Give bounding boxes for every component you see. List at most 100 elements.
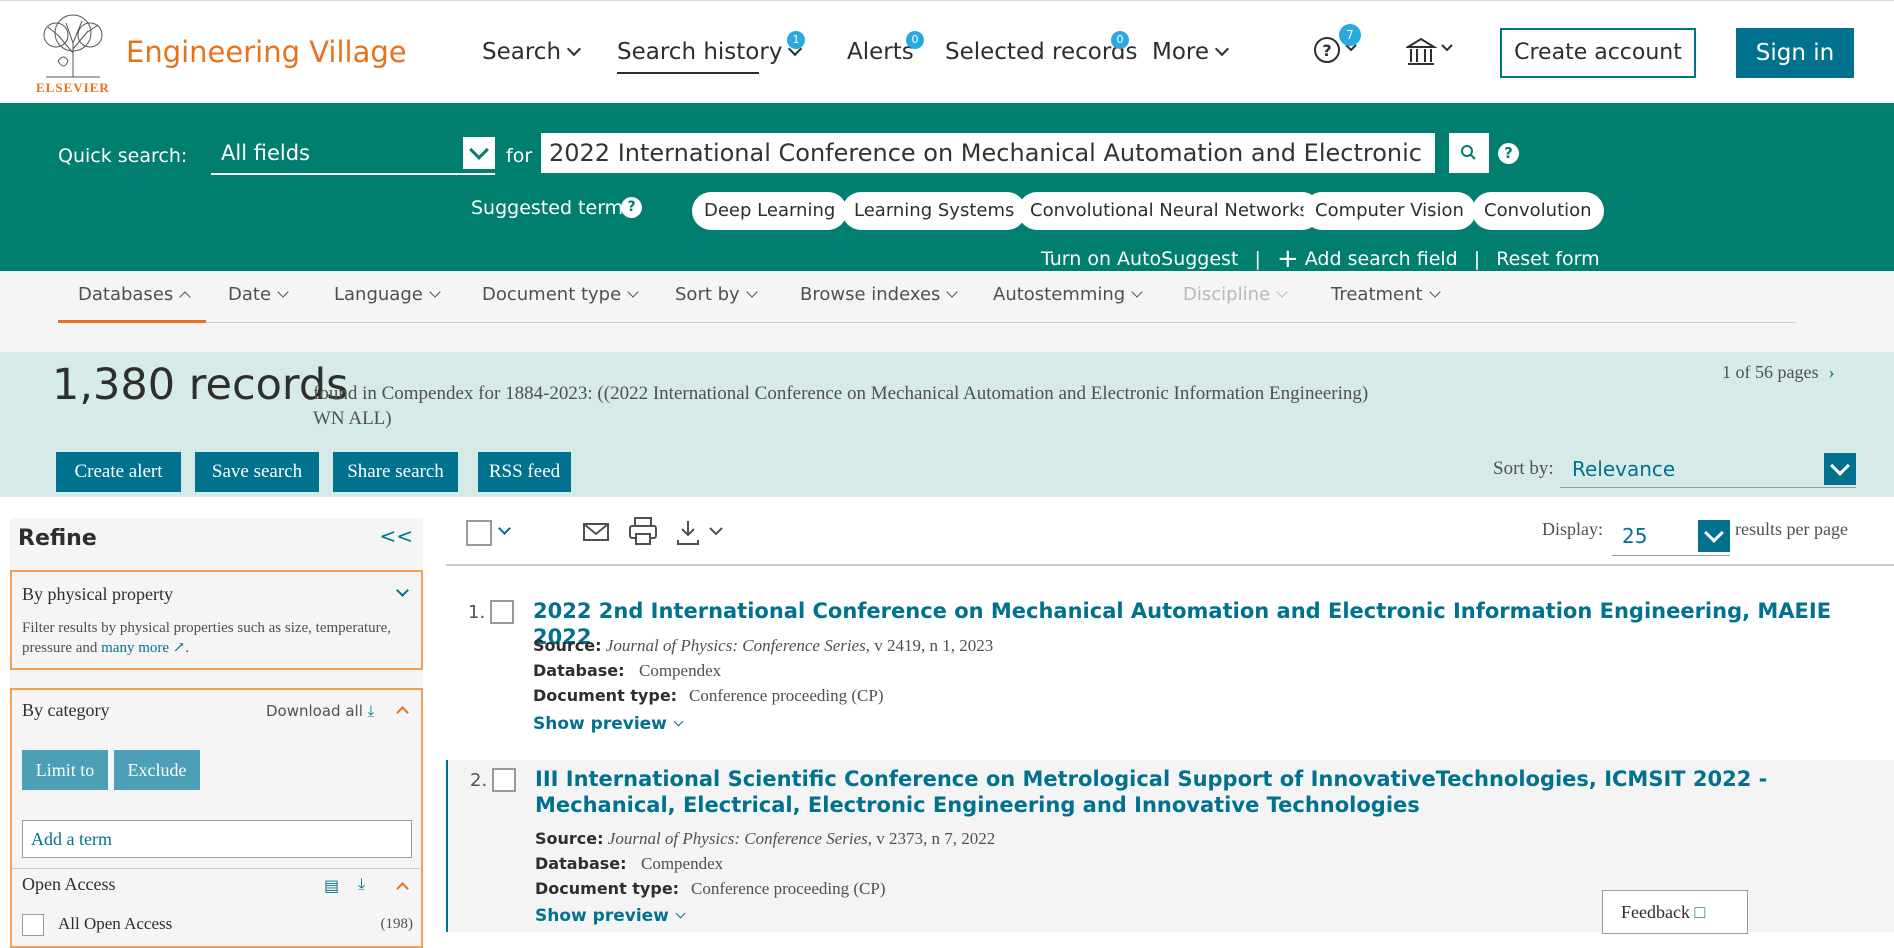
chevron-down-icon — [675, 908, 686, 919]
chevron-right-icon[interactable]: › — [1828, 362, 1834, 382]
filter-browse-indexes[interactable]: Browse indexes — [800, 284, 959, 305]
result-database: Database: Compendex — [535, 854, 723, 874]
download-all-link[interactable]: Download all ⤓ — [266, 702, 374, 720]
nav-search-history[interactable]: Search history — [617, 39, 803, 65]
filter-language[interactable]: Language — [334, 284, 441, 305]
alerts-badge: 0 — [906, 31, 924, 49]
search-field-select[interactable]: All fields — [211, 133, 495, 175]
history-badge: 1 — [787, 31, 805, 49]
chevron-down-icon — [673, 716, 684, 727]
chevron-down-icon — [1131, 286, 1143, 298]
suggested-term[interactable]: Computer Vision — [1303, 192, 1476, 230]
sort-label: Sort by: — [1493, 458, 1554, 479]
search-links: Turn on AutoSuggest | + Add search field… — [1041, 242, 1600, 274]
filter-label: Discipline — [1183, 284, 1271, 305]
category-panel: By category Download all ⤓ Limit to Excl… — [10, 688, 423, 948]
filter-label: Document type — [482, 284, 622, 305]
email-icon[interactable] — [582, 518, 610, 546]
show-preview-label: Show preview — [535, 906, 669, 926]
filter-databases[interactable]: Databases — [78, 284, 191, 305]
add-search-field-link[interactable]: Add search field — [1305, 248, 1458, 270]
chevron-down-icon — [1276, 286, 1288, 298]
result-source: Source: Journal of Physics: Conference S… — [535, 829, 995, 849]
feedback-label: Feedback — [1621, 902, 1690, 922]
active-nav-underline — [617, 72, 759, 74]
result-checkbox[interactable] — [492, 768, 516, 792]
nav-search[interactable]: Search — [482, 39, 582, 65]
chevron-down-icon[interactable] — [1824, 453, 1856, 485]
sort-select[interactable]: Relevance — [1560, 450, 1856, 488]
filter-document-type[interactable]: Document type — [482, 284, 639, 305]
filter-sort-by[interactable]: Sort by — [675, 284, 758, 305]
filter-date[interactable]: Date — [228, 284, 289, 305]
filter-treatment[interactable]: Treatment — [1331, 284, 1441, 305]
add-term-input[interactable]: Add a term — [22, 820, 412, 858]
chevron-down-icon[interactable] — [1698, 520, 1730, 552]
suggested-term[interactable]: Convolutional Neural Networks — [1018, 192, 1321, 230]
filter-autostemming[interactable]: Autostemming — [993, 284, 1143, 305]
nav-more[interactable]: More — [1152, 39, 1230, 65]
download-icon[interactable]: ⤓ — [358, 874, 365, 894]
results-per-page-select[interactable]: 25 — [1612, 514, 1730, 556]
select-all-checkbox[interactable] — [466, 520, 492, 546]
sign-in-button[interactable]: Sign in — [1736, 28, 1854, 78]
results-header: 1,380 records found in Compendex for 188… — [0, 352, 1894, 497]
collapse-sidebar-button[interactable]: << — [379, 524, 413, 548]
elsevier-logo[interactable]: ELSEVIER — [34, 13, 112, 95]
divider — [12, 868, 421, 869]
result-checkbox[interactable] — [490, 600, 514, 624]
rss-feed-button[interactable]: RSS feed — [478, 452, 571, 492]
search-input[interactable] — [541, 133, 1435, 173]
filter-discipline: Discipline — [1183, 284, 1288, 305]
doc-type-label: Document type: — [535, 879, 680, 898]
suggested-term[interactable]: Deep Learning — [692, 192, 848, 230]
download-all-label: Download all — [266, 702, 363, 720]
publisher-label: ELSEVIER — [36, 80, 110, 95]
chevron-up-icon[interactable] — [396, 706, 409, 719]
show-preview-label: Show preview — [533, 714, 667, 734]
help-icon[interactable]: ? — [621, 197, 642, 218]
show-preview-link[interactable]: Show preview — [535, 906, 686, 926]
many-more-link[interactable]: many more — [101, 640, 169, 656]
source-journal: Journal of Physics: Conference Series — [605, 636, 866, 655]
sort-value: Relevance — [1572, 457, 1676, 481]
reset-form-link[interactable]: Reset form — [1496, 248, 1599, 270]
pagination[interactable]: 1 of 56 pages › — [1722, 362, 1834, 383]
external-link-icon: ↗ — [169, 640, 186, 656]
chevron-up-icon[interactable] — [396, 882, 409, 895]
search-button[interactable] — [1449, 133, 1489, 173]
help-badge: 7 — [1339, 24, 1361, 46]
create-account-button[interactable]: Create account — [1500, 28, 1696, 78]
active-tab-indicator — [58, 320, 206, 323]
chevron-down-icon — [566, 41, 582, 57]
physical-property-title[interactable]: By physical property — [22, 584, 173, 605]
filter-label: Date — [228, 284, 272, 305]
limit-to-button[interactable]: Limit to — [22, 750, 108, 790]
feedback-button[interactable]: Feedback □ — [1602, 890, 1748, 934]
print-icon[interactable] — [628, 516, 658, 546]
suggested-term[interactable]: Convolution — [1472, 192, 1604, 230]
all-open-access-checkbox[interactable] — [22, 914, 44, 936]
show-preview-link[interactable]: Show preview — [533, 714, 684, 734]
share-search-button[interactable]: Share search — [333, 452, 458, 492]
result-title[interactable]: III International Scientific Conference … — [535, 766, 1845, 818]
chart-icon[interactable]: ▤ — [324, 876, 339, 895]
institution-menu[interactable] — [1404, 35, 1462, 69]
filter-label: Language — [334, 284, 423, 305]
help-icon[interactable]: ? — [1498, 143, 1519, 164]
create-alert-button[interactable]: Create alert — [56, 452, 181, 492]
physical-property-desc: Filter results by physical properties su… — [22, 620, 392, 656]
chevron-down-icon — [1428, 286, 1441, 298]
nav-alerts[interactable]: Alerts — [847, 39, 914, 65]
suggested-term[interactable]: Learning Systems — [842, 192, 1027, 230]
all-open-access-label[interactable]: All Open Access — [58, 914, 172, 934]
download-icon[interactable] — [676, 518, 728, 546]
autosuggest-link[interactable]: Turn on AutoSuggest — [1041, 248, 1238, 270]
exclude-button[interactable]: Exclude — [114, 750, 200, 790]
chevron-down-icon[interactable] — [396, 584, 409, 597]
chevron-down-icon[interactable] — [463, 137, 495, 169]
nav-selected-records[interactable]: Selected records — [945, 39, 1137, 65]
filter-label: Browse indexes — [800, 284, 941, 305]
brand-title[interactable]: Engineering Village — [126, 35, 407, 69]
save-search-button[interactable]: Save search — [195, 452, 319, 492]
